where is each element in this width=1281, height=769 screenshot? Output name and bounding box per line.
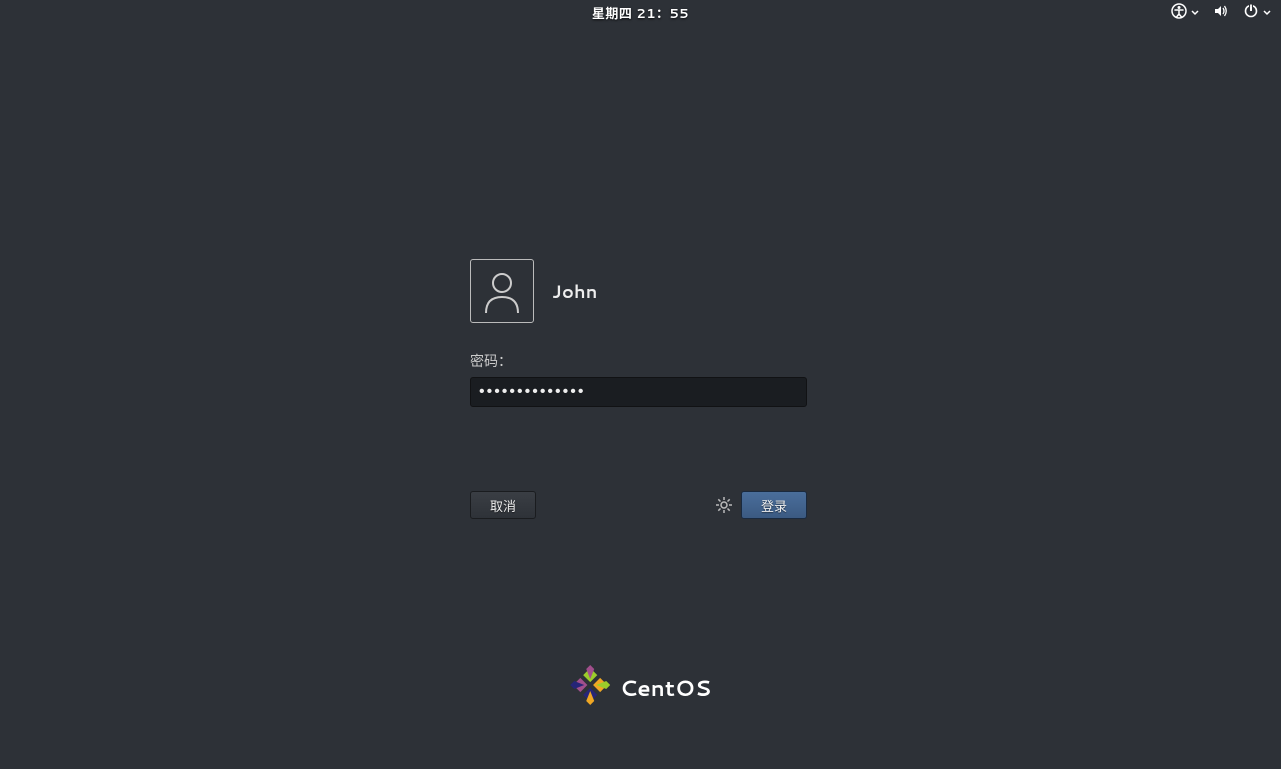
login-button[interactable]: 登录	[741, 491, 807, 519]
power-icon	[1243, 3, 1259, 24]
user-row: John	[470, 259, 810, 323]
branding: CentOS	[570, 665, 712, 711]
login-button-group: 登录	[715, 491, 807, 519]
button-row: 取消 登录	[470, 491, 807, 519]
accessibility-menu[interactable]	[1171, 3, 1199, 24]
password-label: 密码：	[470, 351, 810, 371]
centos-logo-icon	[570, 665, 610, 711]
cancel-button[interactable]: 取消	[470, 491, 536, 519]
chevron-down-icon	[1191, 4, 1199, 22]
volume-button[interactable]	[1213, 3, 1229, 24]
clock-datetime[interactable]: 星期四 21：55	[210, 3, 1071, 23]
gear-icon	[715, 496, 733, 514]
username-label: John	[552, 278, 597, 304]
login-panel: John 密码： 取消	[470, 259, 810, 407]
password-input[interactable]	[470, 377, 807, 407]
power-menu[interactable]	[1243, 3, 1271, 24]
user-avatar-icon	[478, 267, 526, 315]
chevron-down-icon	[1263, 4, 1271, 22]
session-settings-button[interactable]	[715, 496, 733, 514]
avatar	[470, 259, 534, 323]
accessibility-icon	[1171, 3, 1187, 24]
volume-icon	[1213, 3, 1229, 24]
top-bar: 星期四 21：55	[0, 0, 1281, 26]
branding-text: CentOS	[620, 673, 712, 704]
top-bar-right	[1071, 3, 1271, 24]
